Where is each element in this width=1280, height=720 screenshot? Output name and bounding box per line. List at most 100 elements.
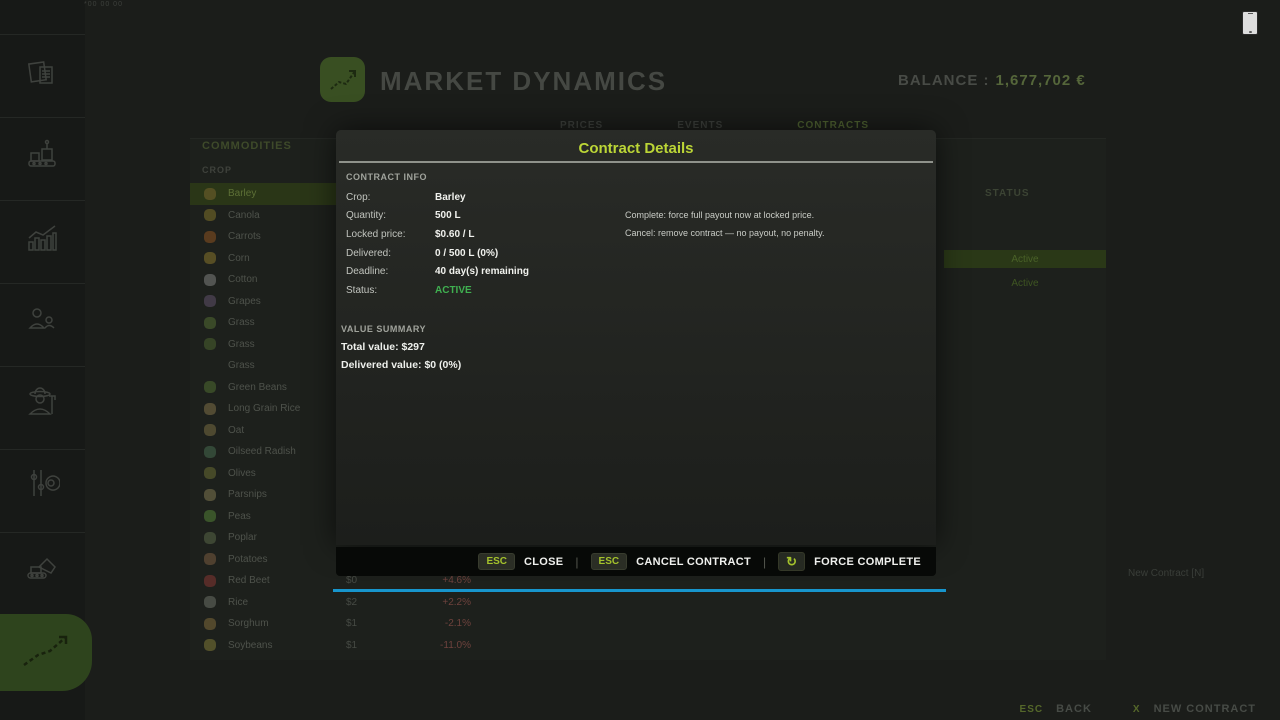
commodity-icon	[204, 295, 216, 307]
commodity-name: Oilseed Radish	[228, 446, 346, 457]
commodity-name: Potatoes	[228, 554, 346, 565]
commodity-icon	[204, 317, 216, 329]
sidebar-divider	[0, 532, 85, 533]
commodity-name: Carrots	[228, 231, 346, 242]
field-value: Barley	[435, 192, 466, 203]
commodity-name: Rice	[228, 597, 346, 608]
field-label: Deadline:	[346, 266, 435, 277]
balance-value: 1,677,702 €	[996, 72, 1086, 89]
sidebar-divider	[0, 449, 85, 450]
commodity-icon	[204, 553, 216, 565]
commodity-change: -2.1%	[401, 618, 471, 629]
commodity-name: Long Grain Rice	[228, 403, 346, 414]
commodity-row[interactable]: Rice $2 +2.2%	[190, 592, 482, 614]
balance-label: BALANCE :	[898, 72, 990, 89]
commodity-name: Oat	[228, 425, 346, 436]
construction-icon	[23, 547, 61, 590]
sidebar-item-settings[interactable]	[22, 465, 62, 505]
sidebar-item-market-dynamics[interactable]	[0, 614, 92, 691]
help-cancel: Cancel: remove contract — no payout, no …	[625, 228, 925, 238]
commodity-row[interactable]: Soybeans $1 -11.0%	[190, 635, 482, 657]
close-button[interactable]: ESC CLOSE	[478, 553, 563, 570]
cancel-contract-button[interactable]: ESC CANCEL CONTRACT	[591, 553, 751, 570]
game-menu-sidebar	[0, 0, 85, 720]
esc-key-badge: ESC	[591, 553, 628, 570]
new-contract-button[interactable]: NEW CONTRACT	[1154, 703, 1256, 715]
sidebar-divider	[0, 34, 85, 35]
commodity-name: Cotton	[228, 274, 346, 285]
new-contract-key-badge[interactable]: X	[1133, 704, 1141, 715]
modal-title-divider	[339, 161, 933, 163]
balance: BALANCE : 1,677,702 €	[898, 72, 1086, 89]
commodity-price: $0	[346, 575, 401, 586]
commodity-icon	[204, 338, 216, 350]
sidebar-item-construction[interactable]	[22, 548, 62, 588]
new-contract-hint[interactable]: New Contract [N]	[1128, 568, 1204, 579]
footer-divider: |	[575, 555, 578, 569]
gamepad-key-icon: ↻	[778, 552, 805, 571]
app-screen: *00 00 00 MARKET DYNAMICS BALANCE :1,677…	[0, 0, 1280, 720]
crop-column-header: CROP	[202, 165, 232, 175]
status-badge: ACTIVE	[435, 285, 472, 296]
close-button-label: CLOSE	[524, 556, 563, 568]
sidebar-divider	[0, 366, 85, 367]
commodity-row[interactable]: Sorghum $1 -2.1%	[190, 613, 482, 635]
market-dynamics-logo	[320, 57, 365, 102]
commodity-name: Canola	[228, 210, 346, 221]
commodity-icon	[204, 209, 216, 221]
field-status: Status: ACTIVE	[346, 281, 646, 300]
contract-details-modal: Contract Details CONTRACT INFO Crop: Bar…	[336, 130, 936, 545]
commodity-icon	[204, 618, 216, 630]
staff-icon	[24, 300, 60, 341]
back-button[interactable]: BACK	[1056, 703, 1092, 715]
commodity-icon	[204, 639, 216, 651]
market-dynamics-icon	[16, 625, 76, 680]
settings-icon	[24, 465, 60, 506]
force-complete-button[interactable]: ↻ FORCE COMPLETE	[778, 552, 921, 571]
back-key-badge[interactable]: ESC	[1020, 704, 1044, 715]
commodity-icon	[204, 252, 216, 264]
contract-info-fields: Crop: Barley Quantity: 500 L Locked pric…	[346, 188, 646, 300]
contract-row[interactable]: Active	[944, 274, 1106, 292]
farmer-icon	[23, 384, 61, 427]
commodity-icon	[204, 532, 216, 544]
field-label: Quantity:	[346, 210, 435, 221]
field-crop: Crop: Barley	[346, 188, 646, 207]
status-column-header: STATUS	[985, 188, 1030, 199]
field-label: Crop:	[346, 192, 435, 203]
sidebar-item-staff[interactable]	[22, 300, 62, 340]
commodity-icon	[204, 424, 216, 436]
contract-row-selected[interactable]: Active	[944, 250, 1106, 268]
selection-underline	[333, 589, 946, 592]
sidebar-item-farmer[interactable]	[22, 385, 62, 425]
bottom-action-bar: ESC BACK X NEW CONTRACT	[1020, 703, 1256, 715]
field-delivered: Delivered: 0 / 500 L (0%)	[346, 244, 646, 263]
commodity-price: $2	[346, 597, 401, 608]
total-value: Total value: $297	[341, 341, 425, 353]
field-value: 500 L	[435, 210, 461, 221]
force-complete-button-label: FORCE COMPLETE	[814, 556, 921, 568]
commodity-name: Olives	[228, 468, 346, 479]
sidebar-item-statistics[interactable]	[22, 220, 62, 260]
commodity-change: +4.6%	[401, 575, 471, 586]
field-value: 0 / 500 L (0%)	[435, 248, 498, 259]
esc-key-badge: ESC	[478, 553, 515, 570]
commodity-name: Red Beet	[228, 575, 346, 586]
commodity-icon	[204, 446, 216, 458]
field-label: Status:	[346, 285, 435, 296]
documents-icon	[24, 55, 60, 96]
commodity-icon	[204, 188, 216, 200]
commodities-title: COMMODITIES	[202, 140, 292, 152]
commodity-change: +2.2%	[401, 597, 471, 608]
sidebar-item-documents[interactable]	[22, 55, 62, 95]
commodity-icon	[204, 403, 216, 415]
sidebar-item-production[interactable]	[22, 137, 62, 177]
commodity-name: Barley	[228, 188, 346, 199]
commodity-price: $1	[346, 618, 401, 629]
field-locked-price: Locked price: $0.60 / L	[346, 225, 646, 244]
sidebar-divider	[0, 283, 85, 284]
contract-info-section-label: CONTRACT INFO	[346, 172, 427, 182]
commodity-change: -11.0%	[401, 640, 471, 651]
commodity-icon	[204, 274, 216, 286]
commodity-name: Soybeans	[228, 640, 346, 651]
